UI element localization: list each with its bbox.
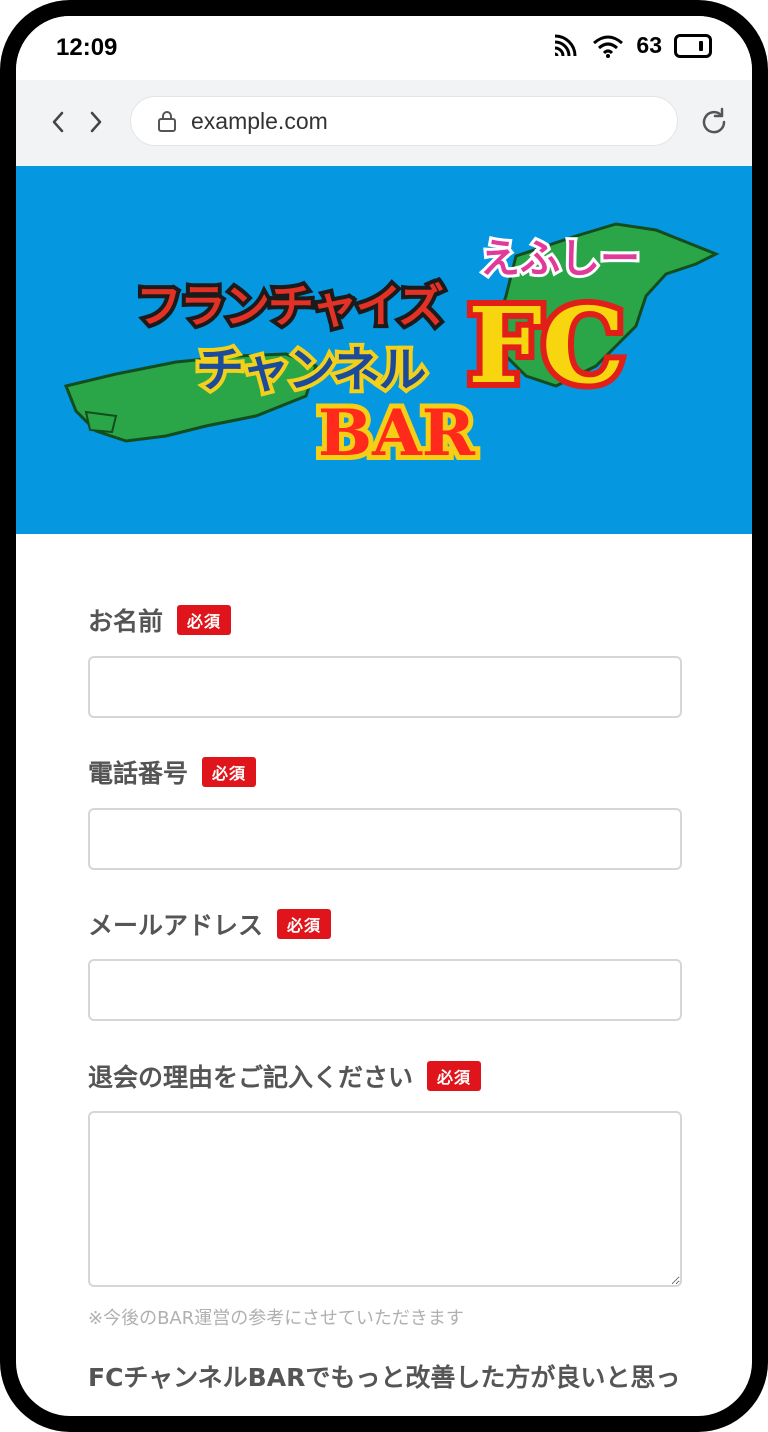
logo-kana: えふしー (477, 233, 643, 285)
logo-line2: チャンネル (192, 338, 431, 402)
improvement-question: FCチャンネルBARでもっと改善した方が良いと思った点を教えてください (88, 1363, 681, 1416)
name-input[interactable] (88, 656, 682, 718)
reload-icon[interactable] (698, 106, 730, 138)
address-bar[interactable]: example.com (130, 96, 678, 146)
status-time: 12:09 (56, 34, 118, 61)
name-label-text: お名前 (88, 607, 164, 636)
required-badge: 必須 (277, 909, 332, 939)
reason-field-label: 退会の理由をご記入ください 必須 (88, 1058, 482, 1094)
hero-banner: えふしー フランチャイズ チャンネル FC BAR (16, 166, 752, 534)
status-bar: 12:09 63 (16, 16, 752, 80)
email-input[interactable] (88, 959, 682, 1021)
site-logo: えふしー フランチャイズ チャンネル FC BAR (56, 216, 736, 476)
reason-note: ※今後のBAR運営の参考にさせていただきます (88, 1308, 464, 1329)
reason-label-text: 退会の理由をご記入ください (88, 1063, 414, 1092)
logo-bar: BAR (313, 391, 480, 476)
battery-icon (674, 33, 712, 58)
url-text: example.com (191, 107, 328, 134)
back-button[interactable] (44, 108, 72, 136)
phone-frame: 12:09 63 example.com えふしー フランチャイズ チャンネル … (0, 0, 768, 1432)
lock-icon (158, 111, 176, 132)
chevron-right-icon (90, 111, 102, 133)
required-badge: 必須 (427, 1061, 482, 1091)
screen: 12:09 63 example.com えふしー フランチャイズ チャンネル … (16, 16, 752, 1416)
browser-toolbar: example.com (16, 80, 752, 166)
logo-line1: フランチャイズ (132, 275, 448, 337)
status-icons: 63 (552, 32, 712, 59)
phone-label-text: 電話番号 (88, 759, 189, 788)
battery-level: 63 (636, 32, 662, 58)
logo-fc: FC (462, 278, 631, 413)
phone-input[interactable] (88, 808, 682, 870)
phone-field-label: 電話番号 必須 (88, 754, 257, 790)
email-field-label: メールアドレス 必須 (88, 906, 332, 942)
required-badge: 必須 (202, 757, 257, 787)
required-badge: 必須 (177, 605, 232, 635)
wifi-icon (593, 35, 624, 58)
forward-button[interactable] (82, 108, 110, 136)
reason-textarea[interactable] (88, 1111, 682, 1287)
cast-icon (555, 34, 577, 56)
name-field-label: お名前 必須 (88, 602, 232, 638)
chevron-left-icon (52, 111, 64, 133)
email-label-text: メールアドレス (88, 911, 264, 940)
